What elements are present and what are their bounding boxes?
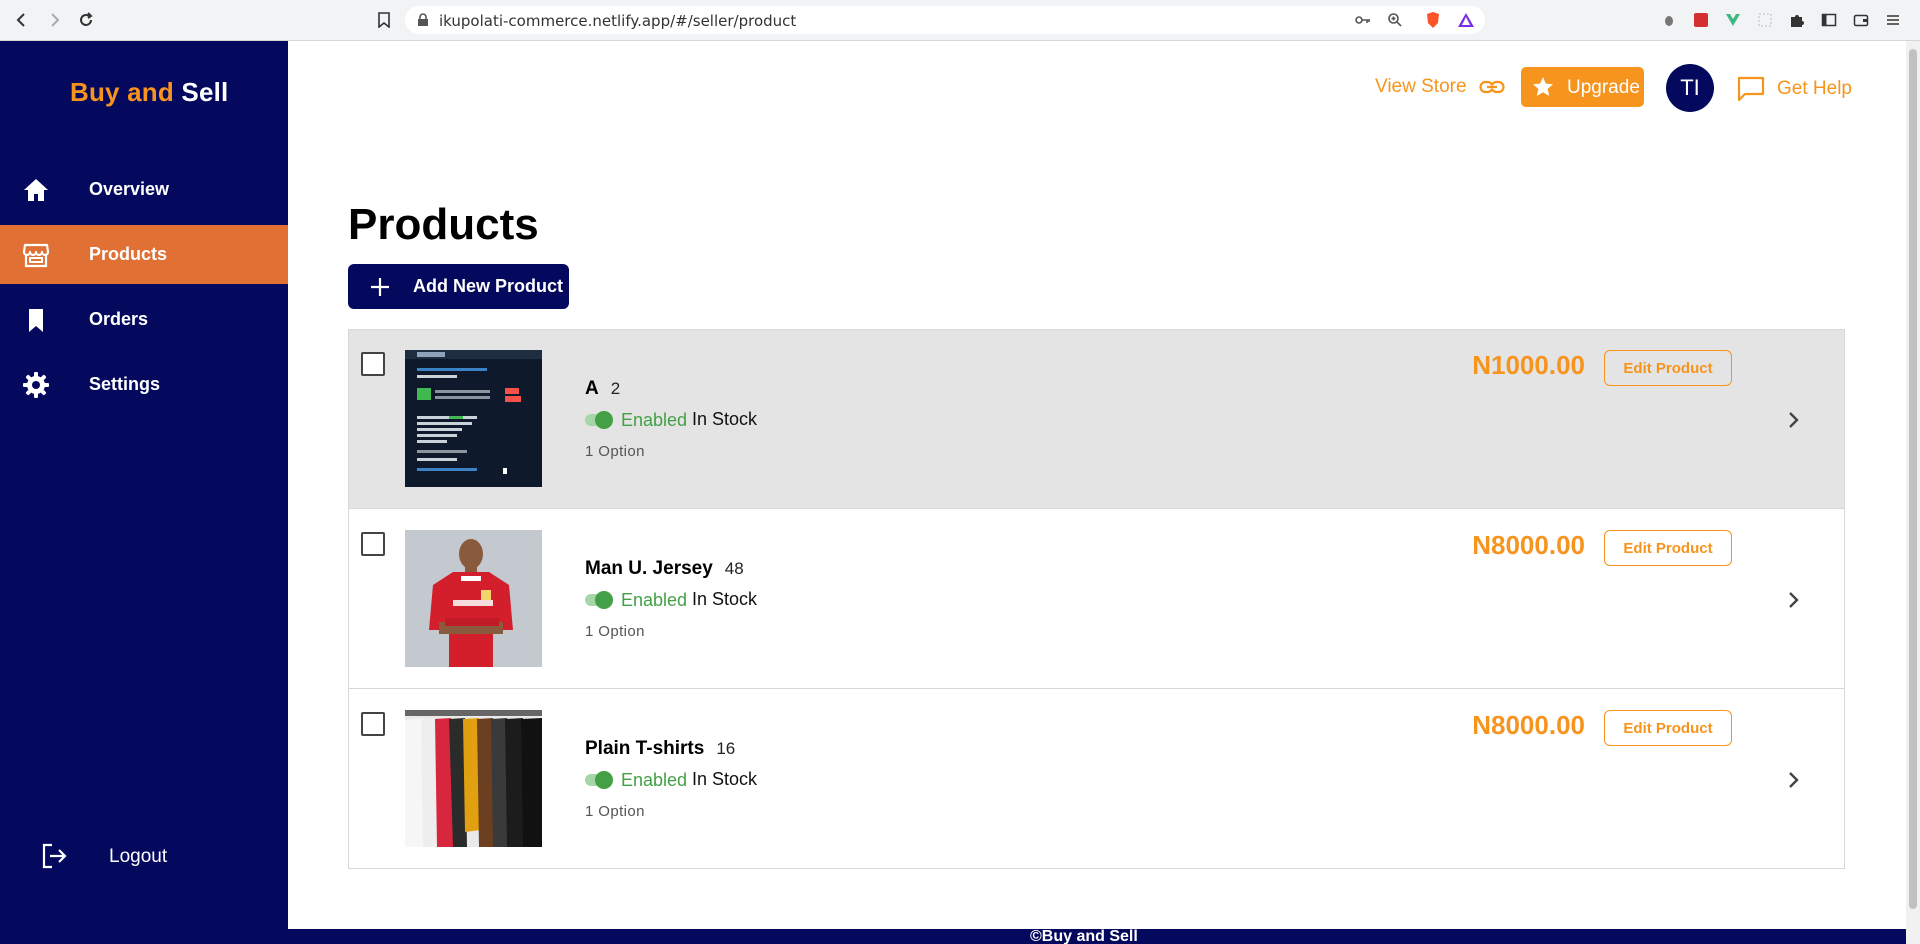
status-label: Enabled [621, 590, 688, 610]
brand-part1: Buy and [70, 77, 174, 107]
sidebar-toggle-icon[interactable] [1820, 11, 1838, 29]
product-price: N8000.00 [1472, 530, 1585, 560]
product-row[interactable]: Man U. Jersey 48 Enabled In Stock 1 Optio… [349, 510, 1844, 689]
wallet-icon[interactable] [1852, 11, 1870, 29]
status-label: Enabled [621, 410, 688, 430]
product-quantity: 48 [724, 559, 744, 578]
link-icon [1478, 79, 1505, 95]
lock-icon [417, 13, 429, 32]
status-label: Enabled [621, 770, 688, 790]
sidebar: Buy and Sell Overview Products Orders Se… [0, 41, 288, 944]
reload-icon[interactable] [74, 8, 98, 32]
get-help-link[interactable]: Get Help [1737, 76, 1852, 102]
extension-grey-icon[interactable] [1756, 11, 1774, 29]
product-name-line: A2 [585, 378, 620, 400]
upgrade-button[interactable]: Upgrade [1521, 67, 1644, 107]
sidebar-item-label: Settings [89, 374, 161, 394]
stock-label: In Stock [692, 769, 758, 789]
product-thumbnail [405, 710, 542, 847]
product-price: N8000.00 [1472, 710, 1585, 740]
product-name-line: Man U. Jersey 48 [585, 558, 744, 580]
row-checkbox[interactable] [361, 712, 385, 736]
sidebar-item-orders[interactable]: Orders [0, 290, 288, 349]
logout-label: Logout [109, 846, 168, 867]
brand-logo[interactable]: Buy and Sell [70, 77, 228, 108]
add-new-product-button[interactable]: Add New Product [348, 264, 569, 309]
add-new-product-label: Add New Product [413, 276, 564, 296]
product-thumbnail [405, 530, 542, 667]
bookmark-icon[interactable] [372, 8, 396, 32]
product-thumbnail [405, 350, 542, 487]
back-icon[interactable] [10, 8, 34, 32]
star-icon [1531, 75, 1555, 105]
product-row[interactable]: A2 Enabled In Stock 1 Option N1000.00 Ed… [349, 330, 1844, 509]
product-name-line: Plain T-shirts 16 [585, 738, 735, 760]
avatar[interactable]: TI [1666, 64, 1714, 112]
enabled-toggle[interactable] [585, 771, 613, 789]
footer-text: ©Buy and Sell [1030, 929, 1138, 944]
product-quantity: 2 [610, 379, 621, 398]
extension-bug-icon[interactable] [1660, 11, 1678, 29]
logout-icon [40, 842, 68, 870]
sidebar-item-products[interactable]: Products [0, 225, 288, 284]
row-checkbox[interactable] [361, 352, 385, 376]
options-count: 1 Option [585, 443, 645, 460]
address-bar[interactable]: ikupolati-commerce.netlify.app/#/seller/… [405, 6, 1485, 34]
home-icon [22, 176, 50, 204]
view-store-link[interactable]: View Store [1375, 76, 1505, 98]
browser-toolbar: ikupolati-commerce.netlify.app/#/seller/… [0, 0, 1920, 41]
gear-icon [22, 371, 50, 399]
enabled-toggle[interactable] [585, 591, 613, 609]
key-icon[interactable] [1355, 13, 1371, 32]
view-store-label: View Store [1375, 76, 1467, 97]
sidebar-item-label: Products [89, 244, 168, 264]
brand-part2: Sell [181, 77, 229, 107]
logout-button[interactable]: Logout [0, 836, 288, 876]
extensions-puzzle-icon[interactable] [1788, 11, 1806, 29]
extension-red-icon[interactable] [1692, 11, 1710, 29]
options-count: 1 Option [585, 803, 645, 820]
sidebar-item-label: Orders [89, 309, 149, 329]
stock-label: In Stock [692, 409, 758, 429]
row-checkbox[interactable] [361, 532, 385, 556]
bookmark-icon [22, 306, 50, 334]
chevron-right-icon[interactable] [1781, 768, 1805, 792]
sidebar-item-label: Overview [89, 179, 170, 199]
chevron-right-icon[interactable] [1781, 588, 1805, 612]
edit-product-button[interactable]: Edit Product [1604, 350, 1732, 386]
store-icon [22, 241, 50, 269]
zoom-icon[interactable] [1387, 12, 1403, 33]
stock-label: In Stock [692, 589, 758, 609]
product-list: A2 Enabled In Stock 1 Option N1000.00 Ed… [348, 329, 1845, 869]
forward-icon[interactable] [42, 8, 66, 32]
options-count: 1 Option [585, 623, 645, 640]
enabled-toggle[interactable] [585, 411, 613, 429]
edit-product-button[interactable]: Edit Product [1604, 530, 1732, 566]
sidebar-item-settings[interactable]: Settings [0, 355, 288, 414]
page-scrollbar[interactable] [1906, 41, 1920, 944]
chevron-right-icon[interactable] [1781, 408, 1805, 432]
footer: ©Buy and Sell [288, 929, 1920, 944]
product-quantity: 16 [716, 739, 736, 758]
product-row[interactable]: Plain T-shirts 16 Enabled In Stock 1 Opti… [349, 690, 1844, 869]
extension-vue-icon[interactable] [1724, 11, 1742, 29]
menu-icon[interactable] [1884, 11, 1902, 29]
url-text: ikupolati-commerce.netlify.app/#/seller/… [439, 12, 797, 30]
get-help-label: Get Help [1777, 78, 1852, 99]
plus-icon [368, 275, 392, 299]
upgrade-label: Upgrade [1567, 77, 1640, 98]
brave-rewards-icon[interactable] [1457, 12, 1475, 33]
edit-product-button[interactable]: Edit Product [1604, 710, 1732, 746]
chat-icon [1737, 76, 1765, 102]
product-price: N1000.00 [1472, 350, 1585, 380]
scrollbar-thumb[interactable] [1909, 49, 1917, 909]
brave-shield-icon[interactable] [1425, 11, 1441, 34]
product-name: A [585, 378, 599, 399]
sidebar-item-overview[interactable]: Overview [0, 160, 288, 219]
product-name: Man U. Jersey [585, 558, 713, 579]
product-name: Plain T-shirts [585, 738, 705, 759]
page-title: Products [348, 200, 539, 249]
